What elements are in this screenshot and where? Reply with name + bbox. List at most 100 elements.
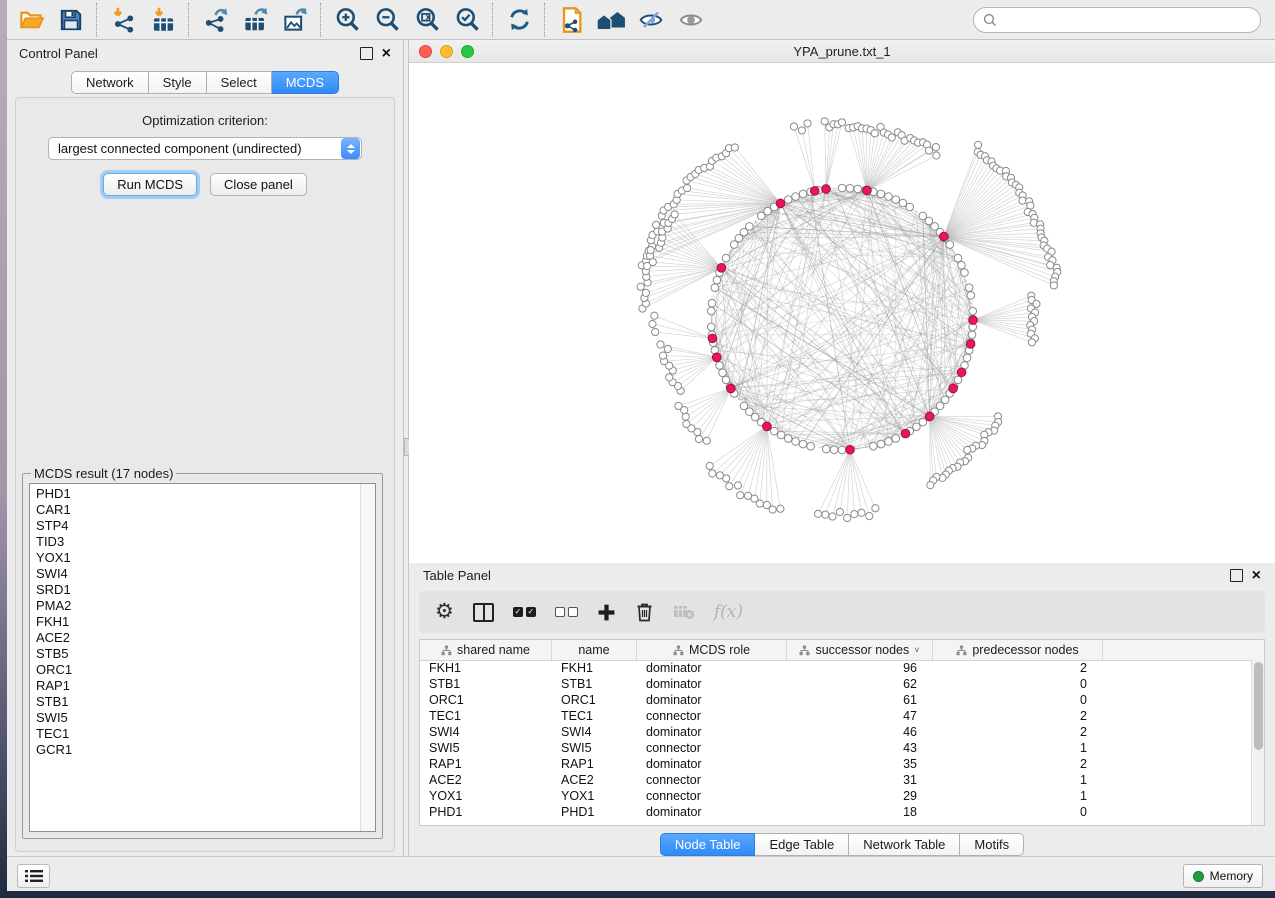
table-cell[interactable]: 2 [933,661,1103,675]
table-cell[interactable]: YOX1 [552,789,637,803]
table-row[interactable]: ORC1ORC1dominator610 [420,692,1251,708]
tab-style[interactable]: Style [149,71,207,94]
table-cell[interactable]: FKH1 [552,661,637,675]
show-visibility-button[interactable] [671,3,711,37]
zoom-fit-button[interactable] [407,3,447,37]
network-document-button[interactable] [551,3,591,37]
table-cell[interactable]: dominator [637,757,787,771]
column-header-predecessor-nodes[interactable]: predecessor nodes [933,640,1103,660]
mcds-result-item[interactable]: YOX1 [36,550,361,566]
table-cell[interactable]: 2 [933,757,1103,771]
scrollbar-thumb[interactable] [1254,662,1263,750]
table-cell[interactable]: 0 [933,693,1103,707]
table-cell[interactable]: 96 [787,661,933,675]
import-network-button[interactable] [103,3,143,37]
mcds-result-item[interactable]: SWI5 [36,710,361,726]
table-cell[interactable]: connector [637,709,787,723]
export-image-button[interactable] [275,3,315,37]
float-panel-icon[interactable] [1230,569,1243,582]
mcds-result-item[interactable]: PMA2 [36,598,361,614]
table-cell[interactable]: 1 [933,773,1103,787]
tab-edge-table[interactable]: Edge Table [755,833,849,856]
mcds-result-item[interactable]: CAR1 [36,502,361,518]
table-cell[interactable]: dominator [637,693,787,707]
mcds-result-item[interactable]: FKH1 [36,614,361,630]
zoom-in-button[interactable] [327,3,367,37]
table-cell[interactable]: 2 [933,725,1103,739]
table-cell[interactable]: ACE2 [420,773,552,787]
tab-select[interactable]: Select [207,71,272,94]
table-cell[interactable]: connector [637,773,787,787]
mcds-result-item[interactable]: SWI4 [36,566,361,582]
close-panel-icon[interactable]: × [382,48,391,59]
mcds-result-item[interactable]: TID3 [36,534,361,550]
table-cell[interactable]: 43 [787,741,933,755]
close-panel-icon[interactable]: × [1252,570,1261,581]
table-cell[interactable]: 61 [787,693,933,707]
table-cell[interactable]: 18 [787,805,933,819]
export-table-button[interactable] [235,3,275,37]
table-cell[interactable]: YOX1 [420,789,552,803]
table-cell[interactable]: ORC1 [552,693,637,707]
mcds-result-item[interactable]: PHD1 [36,486,361,502]
criterion-select[interactable]: largest connected component (undirected) [48,137,362,160]
delete-column-icon[interactable] [635,602,654,622]
mcds-result-item[interactable]: STP4 [36,518,361,534]
table-cell[interactable]: FKH1 [420,661,552,675]
mcds-result-item[interactable]: ACE2 [36,630,361,646]
mcds-list-scrollbar[interactable] [360,484,375,831]
table-cell[interactable]: 1 [933,789,1103,803]
tab-network[interactable]: Network [71,71,149,94]
column-header-shared-name[interactable]: shared name [420,640,552,660]
export-network-button[interactable] [195,3,235,37]
mcds-result-item[interactable]: ORC1 [36,662,361,678]
table-cell[interactable]: 2 [933,709,1103,723]
column-header-name[interactable]: name [552,640,637,660]
search-input[interactable] [1003,9,1260,31]
memory-button[interactable]: Memory [1183,864,1263,888]
network-canvas[interactable] [409,63,1275,563]
table-cell[interactable]: ORC1 [420,693,552,707]
deselect-all-icon[interactable] [555,607,578,617]
run-mcds-button[interactable]: Run MCDS [103,173,197,196]
table-cell[interactable]: 31 [787,773,933,787]
network-graph[interactable] [409,63,1275,563]
table-cell[interactable]: 1 [933,741,1103,755]
add-column-icon[interactable] [597,603,616,622]
table-cell[interactable]: 0 [933,805,1103,819]
table-cell[interactable]: 29 [787,789,933,803]
float-panel-icon[interactable] [360,47,373,60]
table-cell[interactable]: TEC1 [420,709,552,723]
table-cell[interactable]: dominator [637,805,787,819]
settings-gear-icon[interactable]: ⚙ [435,602,454,622]
table-cell[interactable]: connector [637,789,787,803]
table-cell[interactable]: SWI5 [420,741,552,755]
table-cell[interactable]: connector [637,741,787,755]
table-cell[interactable]: SWI4 [420,725,552,739]
mcds-result-item[interactable]: TEC1 [36,726,361,742]
import-table-button[interactable] [143,3,183,37]
column-header-successor-nodes[interactable]: successor nodes˅ [787,640,933,660]
task-history-button[interactable] [17,864,50,888]
table-cell[interactable]: PHD1 [552,805,637,819]
hide-visibility-button[interactable] [631,3,671,37]
tab-motifs[interactable]: Motifs [960,833,1024,856]
table-row[interactable]: ACE2ACE2connector311 [420,772,1251,788]
table-row[interactable]: RAP1RAP1dominator352 [420,756,1251,772]
tab-mcds[interactable]: MCDS [272,71,339,94]
table-cell[interactable]: SWI5 [552,741,637,755]
zoom-selected-button[interactable] [447,3,487,37]
save-session-button[interactable] [51,3,91,37]
table-cell[interactable]: 46 [787,725,933,739]
tab-node-table[interactable]: Node Table [660,833,756,856]
table-cell[interactable]: ACE2 [552,773,637,787]
table-cell[interactable]: dominator [637,725,787,739]
mcds-result-item[interactable]: RAP1 [36,678,361,694]
table-cell[interactable]: PHD1 [420,805,552,819]
table-cell[interactable]: dominator [637,677,787,691]
table-cell[interactable]: STB1 [552,677,637,691]
apply-layout-button[interactable] [499,3,539,37]
mcds-result-item[interactable]: STB5 [36,646,361,662]
table-row[interactable]: YOX1YOX1connector291 [420,788,1251,804]
mcds-result-item[interactable]: STB1 [36,694,361,710]
